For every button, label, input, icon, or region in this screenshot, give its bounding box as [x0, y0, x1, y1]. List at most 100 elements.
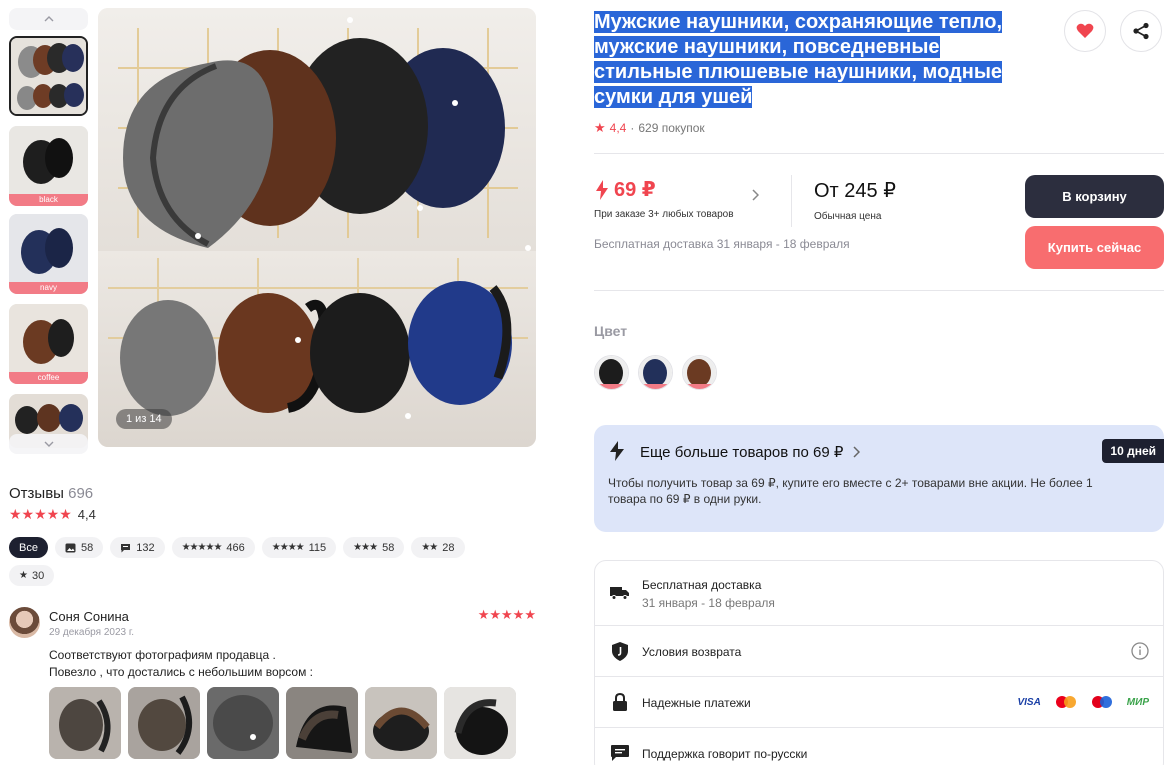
add-to-cart-button[interactable]: В корзину: [1025, 175, 1164, 218]
main-product-image[interactable]: 1 из 14: [98, 8, 536, 447]
mastercard-logo: [1055, 696, 1076, 708]
review-photo-image: [49, 687, 121, 759]
review-filter-chips: Все 58 132 ★★★★★ 466 ★★★★ 115 ★★★ 58 ★★ …: [9, 537, 479, 586]
filter-chip-stars: ★★★★: [271, 542, 305, 553]
color-label: Цвет: [594, 323, 628, 339]
review-date: 29 декабря 2023 г.: [49, 627, 135, 638]
review-photo-image: [207, 687, 279, 759]
info-delivery-label: Бесплатная доставка: [642, 578, 762, 592]
reviews-count: 696: [68, 485, 94, 502]
color-swatch-coffee[interactable]: [682, 355, 717, 390]
service-info-box: Бесплатная доставка 31 января - 18 февра…: [594, 560, 1164, 765]
info-row-support[interactable]: Поддержка говорит по-русски: [595, 728, 1163, 765]
reviews-rating-value: 4,4: [77, 507, 96, 522]
buy-now-button[interactable]: Купить сейчас: [1025, 226, 1164, 269]
filter-chip-count: 28: [442, 541, 455, 554]
thumbnail-color-tag: coffee: [9, 372, 88, 384]
thumbnail-1[interactable]: [9, 36, 88, 116]
promo-price[interactable]: 69 ₽: [596, 177, 656, 202]
lightning-icon: [596, 179, 608, 200]
info-returns-label: Условия возврата: [642, 645, 742, 659]
payment-logos: VISA МИР: [1017, 695, 1149, 709]
review-photo[interactable]: [49, 687, 121, 759]
review-photo-image: [365, 687, 437, 759]
divider: [594, 153, 1164, 154]
promo-banner[interactable]: Еще больше товаров по 69 ₽ 10 дней Чтобы…: [594, 425, 1164, 532]
filter-chip-4-stars[interactable]: ★★★★ 115: [261, 537, 337, 558]
shield-icon: [610, 641, 630, 661]
favorite-button[interactable]: [1064, 10, 1106, 52]
regular-price-note: Обычная цена: [814, 211, 882, 222]
filter-chip-3-stars[interactable]: ★★★ 58: [343, 537, 405, 558]
filter-chip-stars: ★★★★★: [181, 542, 223, 553]
thumbnail-4[interactable]: coffee: [9, 304, 88, 384]
chat-icon: [610, 743, 630, 763]
review-photo[interactable]: [286, 687, 358, 759]
color-swatches: [594, 355, 717, 390]
filter-chip-2-stars[interactable]: ★★ 28: [411, 537, 465, 558]
truck-icon: [610, 583, 630, 603]
product-title-text: Мужские наушники, сохраняющие тепло, муж…: [594, 11, 1003, 108]
share-button[interactable]: [1120, 10, 1162, 52]
review-photo[interactable]: [128, 687, 200, 759]
filter-chip-count: 58: [80, 541, 94, 554]
color-swatch-navy[interactable]: [638, 355, 673, 390]
lightning-icon: [610, 441, 624, 461]
product-title: Мужские наушники, сохраняющие тепло, муж…: [594, 10, 1034, 110]
swatch-image: [595, 356, 628, 389]
filter-chip-comments[interactable]: 132: [110, 537, 165, 558]
thumbnail-color-tag: black: [9, 194, 88, 206]
promo-price-note: При заказе 3+ любых товаров: [594, 209, 734, 220]
review-photo-image: [286, 687, 358, 759]
review-photo[interactable]: [207, 687, 279, 759]
delivery-note: Бесплатная доставка 31 января - 18 февра…: [594, 237, 850, 251]
filter-chip-count: 58: [382, 541, 395, 554]
thumbnail-scroll-down-button[interactable]: [9, 434, 88, 454]
chevron-down-icon: [44, 441, 53, 447]
review-photo-image: [128, 687, 200, 759]
review-text: Соответствуют фотографиям продавца . Пов…: [49, 648, 314, 679]
info-icon[interactable]: [1131, 642, 1149, 665]
info-payments-label: Надежные платежи: [642, 696, 751, 710]
photo-icon: [65, 543, 76, 552]
info-row-delivery[interactable]: Бесплатная доставка 31 января - 18 февра…: [595, 561, 1163, 626]
color-swatch-black[interactable]: [594, 355, 629, 390]
lock-icon: [610, 692, 630, 712]
swatch-image: [683, 356, 716, 389]
review-photo[interactable]: [444, 687, 516, 759]
filter-chip-5-stars[interactable]: ★★★★★ 466: [171, 537, 255, 558]
maestro-logo: [1091, 696, 1112, 708]
thumbnail-2[interactable]: black: [9, 126, 88, 206]
meta-separator: ·: [630, 121, 635, 135]
chevron-right-icon[interactable]: [752, 188, 760, 204]
star-icon: ★: [594, 120, 606, 135]
info-support-label: Поддержка говорит по-русски: [642, 747, 808, 761]
promo-days-badge: 10 дней: [1102, 439, 1164, 463]
filter-chip-label: Все: [19, 541, 38, 554]
comment-icon: [121, 543, 131, 552]
regular-price: От 245 ₽: [814, 180, 896, 202]
thumbnail-scroll-up-button[interactable]: [9, 8, 88, 30]
product-photo: [98, 8, 536, 447]
product-rating[interactable]: 4,4: [610, 121, 627, 135]
thumbnail-image: [11, 38, 86, 114]
info-row-payments[interactable]: Надежные платежи VISA МИР: [595, 677, 1163, 728]
thumbnail-color-tag: navy: [9, 282, 88, 294]
divider: [594, 290, 1164, 291]
filter-chip-all[interactable]: Все: [9, 537, 48, 558]
filter-chip-stars: ★: [19, 570, 28, 581]
filter-chip-stars: ★★: [421, 542, 438, 553]
filter-chip-1-star[interactable]: ★ 30: [9, 565, 55, 586]
review-photo[interactable]: [365, 687, 437, 759]
image-counter: 1 из 14: [116, 409, 172, 429]
avatar[interactable]: [9, 607, 40, 638]
swatch-image: [639, 356, 672, 389]
reviews-title[interactable]: Отзывы 696: [9, 485, 96, 502]
info-row-returns[interactable]: Условия возврата: [595, 626, 1163, 677]
review-photo-image: [444, 687, 516, 759]
filter-chip-photos[interactable]: 58: [54, 537, 104, 558]
filter-chip-stars: ★★★: [353, 542, 378, 553]
chevron-up-icon: [44, 16, 53, 22]
thumbnail-3[interactable]: navy: [9, 214, 88, 294]
info-delivery-dates: 31 января - 18 февраля: [642, 596, 775, 610]
